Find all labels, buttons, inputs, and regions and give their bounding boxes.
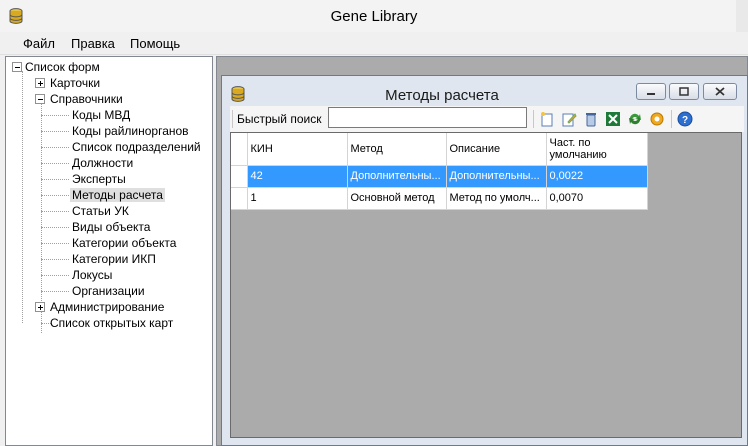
toolbar-grip <box>232 110 233 128</box>
tree-line <box>41 243 69 244</box>
refresh-icon[interactable] <box>627 111 643 127</box>
toolbar-separator <box>533 110 534 128</box>
tree-line <box>41 291 69 292</box>
tree-item-departments[interactable]: Список подразделений <box>72 140 201 154</box>
toolbar: Быстрый поиск ? <box>230 106 744 132</box>
tree-line <box>41 211 69 212</box>
tree-item-references[interactable]: Справочники <box>50 92 123 106</box>
toolbar-separator <box>671 110 672 128</box>
maximize-button[interactable] <box>669 83 699 100</box>
row-selector[interactable] <box>231 187 248 210</box>
tree-item-ikp-categories[interactable]: Категории ИКП <box>72 252 156 266</box>
minimize-icon <box>647 93 655 95</box>
title-bar: Gene Library <box>0 0 748 32</box>
column-header-default-frequency[interactable]: Част. по умолчанию <box>546 133 648 166</box>
menu-edit[interactable]: Правка <box>71 36 115 51</box>
collapse-icon[interactable] <box>12 62 22 72</box>
cell-kin[interactable]: 42 <box>247 165 348 188</box>
tree-item-open-cards[interactable]: Список открытых карт <box>50 316 173 330</box>
tree-item-calc-methods[interactable]: Методы расчета <box>70 188 165 202</box>
quick-search-label: Быстрый поиск <box>237 112 322 126</box>
maximize-icon <box>679 87 689 96</box>
cell-description[interactable]: Метод по умолч... <box>446 187 547 210</box>
table-row[interactable]: 1 Основной метод Метод по умолч... 0,007… <box>231 187 648 210</box>
methods-grid[interactable]: КИН Метод Описание Част. по умолчанию 42… <box>230 132 742 438</box>
tree-line <box>22 71 23 323</box>
tree-line <box>41 115 69 116</box>
tree-line <box>41 147 69 148</box>
menu-file[interactable]: Файл <box>23 36 55 51</box>
methods-table: КИН Метод Описание Част. по умолчанию 42… <box>231 133 648 210</box>
column-header-kin[interactable]: КИН <box>247 133 348 166</box>
column-header-method[interactable]: Метод <box>347 133 447 166</box>
close-icon <box>715 87 725 96</box>
settings-icon[interactable] <box>649 111 665 127</box>
tree-item-object-categories[interactable]: Категории объекта <box>72 236 176 250</box>
tree-item-mvd-codes[interactable]: Коды МВД <box>72 108 130 122</box>
svg-text:?: ? <box>682 115 688 126</box>
edit-record-icon[interactable] <box>561 111 577 127</box>
tree-line <box>41 163 69 164</box>
table-header-row: КИН Метод Описание Част. по умолчанию <box>231 133 648 166</box>
child-window-title: Методы расчета <box>385 87 499 104</box>
tree-item-organizations[interactable]: Организации <box>72 284 145 298</box>
table-row[interactable]: 42 Дополнительны... Дополнительны... 0,0… <box>231 165 648 188</box>
row-selector[interactable] <box>231 165 248 188</box>
tree-line <box>41 179 69 180</box>
cell-method[interactable]: Основной метод <box>347 187 447 210</box>
cell-description[interactable]: Дополнительны... <box>446 165 547 188</box>
forms-tree[interactable]: Список форм Карточки Справочники Коды МВ… <box>5 56 213 446</box>
tree-line <box>41 195 69 196</box>
tree-item-root[interactable]: Список форм <box>25 60 100 74</box>
excel-export-icon[interactable] <box>605 111 621 127</box>
delete-icon[interactable] <box>583 111 599 127</box>
window-edge <box>736 0 748 32</box>
child-window: Методы расчета Быстрый поиск ? КИН Метод… <box>221 75 748 446</box>
row-header-corner <box>231 133 248 166</box>
tree-item-positions[interactable]: Должности <box>72 156 133 170</box>
tree-item-administration[interactable]: Администрирование <box>50 300 164 314</box>
collapse-icon[interactable] <box>35 94 45 104</box>
tree-item-loci[interactable]: Локусы <box>72 268 112 282</box>
tree-item-object-types[interactable]: Виды объекта <box>72 220 150 234</box>
menu-bar: Файл Правка Помощь <box>0 32 748 55</box>
tree-line <box>41 259 69 260</box>
cell-default-frequency[interactable]: 0,0070 <box>546 187 648 210</box>
cell-method[interactable]: Дополнительны... <box>347 165 447 188</box>
tree-line <box>41 275 69 276</box>
tree-item-criminal-articles[interactable]: Статьи УК <box>72 204 129 218</box>
new-record-icon[interactable] <box>539 111 555 127</box>
cell-kin[interactable]: 1 <box>247 187 348 210</box>
column-header-description[interactable]: Описание <box>446 133 547 166</box>
cell-default-frequency[interactable]: 0,0022 <box>546 165 648 188</box>
menu-help[interactable]: Помощь <box>130 36 180 51</box>
expand-icon[interactable] <box>35 78 45 88</box>
minimize-button[interactable] <box>636 83 666 100</box>
close-button[interactable] <box>703 83 737 100</box>
tree-line <box>41 227 69 228</box>
tree-line <box>41 131 69 132</box>
tree-line <box>41 103 42 333</box>
quick-search-input[interactable] <box>328 107 527 128</box>
expand-icon[interactable] <box>35 302 45 312</box>
tree-item-cards[interactable]: Карточки <box>50 76 100 90</box>
help-icon[interactable]: ? <box>677 111 693 127</box>
window-title: Gene Library <box>330 8 418 25</box>
tree-item-district-codes[interactable]: Коды райлинорганов <box>72 124 189 138</box>
tree-item-experts[interactable]: Эксперты <box>72 172 126 186</box>
